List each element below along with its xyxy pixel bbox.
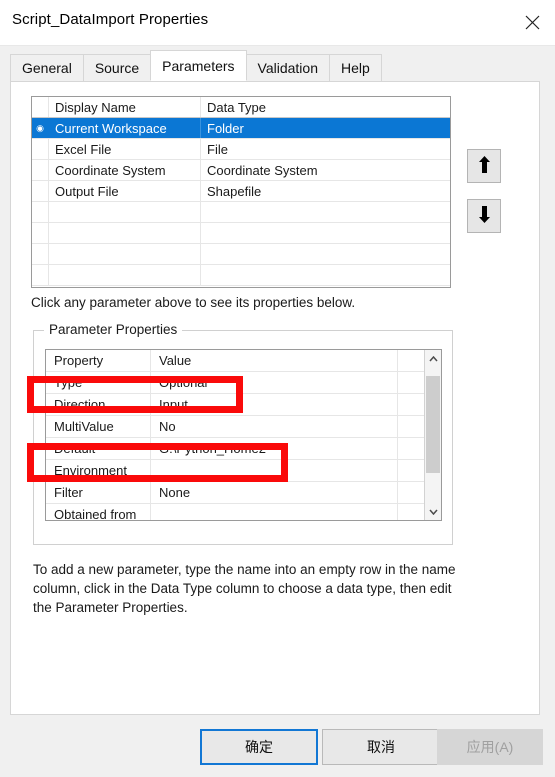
cell-data-type[interactable]: Shapefile (201, 181, 450, 201)
table-row[interactable] (32, 244, 450, 265)
cell-data-type[interactable]: Coordinate System (201, 160, 450, 180)
property-row-filter[interactable]: Filter None (46, 482, 424, 504)
spacer-cell (398, 372, 424, 393)
window-title: Script_DataImport Properties (12, 11, 209, 28)
spacer-cell (398, 504, 424, 520)
row-marker-cell (32, 202, 49, 222)
parameter-grid[interactable]: Display Name Data Type ◉ Current Workspa… (31, 96, 451, 288)
scrollbar-thumb[interactable] (426, 376, 440, 473)
instructions-text: To add a new parameter, type the name in… (33, 562, 456, 615)
chevron-down-icon[interactable] (425, 503, 441, 520)
highlight-type-row (27, 376, 243, 413)
cancel-button[interactable]: 取消 (322, 729, 440, 765)
tab-source-label: Source (94, 60, 140, 76)
tab-general-label: General (22, 60, 72, 76)
row-marker-cell (32, 265, 49, 285)
cell-display-name[interactable]: Output File (49, 181, 201, 201)
column-header-display-name[interactable]: Display Name (49, 97, 201, 117)
tab-strip: General Source Parameters Validation Hel… (10, 50, 382, 81)
tab-parameters[interactable]: Parameters (150, 50, 247, 81)
cell-data-type[interactable]: File (201, 139, 450, 159)
spacer-cell (398, 350, 424, 371)
row-marker-cell (32, 160, 49, 180)
property-value-filter[interactable]: None (151, 482, 398, 503)
property-header-row: Property Value (46, 350, 424, 372)
tab-help[interactable]: Help (328, 54, 382, 81)
table-row[interactable]: Coordinate System Coordinate System (32, 160, 450, 181)
arrow-up-icon (478, 156, 491, 176)
grid-hint-text: Click any parameter above to see its pro… (31, 295, 356, 310)
property-value-obtained-from[interactable] (151, 504, 398, 520)
row-marker-cell (32, 181, 49, 201)
apply-button-label: 应用(A) (466, 739, 514, 755)
table-row[interactable]: ◉ Current Workspace Folder (32, 118, 450, 139)
tab-source[interactable]: Source (82, 54, 152, 81)
cell-data-type[interactable] (201, 265, 450, 285)
cell-data-type[interactable] (201, 244, 450, 264)
column-header-data-type[interactable]: Data Type (201, 97, 450, 117)
table-row[interactable]: Output File Shapefile (32, 181, 450, 202)
properties-scrollbar[interactable] (424, 350, 441, 520)
tab-validation-label: Validation (257, 60, 318, 76)
row-marker-icon: ◉ (32, 118, 49, 138)
cell-display-name[interactable] (49, 223, 201, 243)
property-name-filter: Filter (46, 482, 151, 503)
spacer-cell (398, 438, 424, 459)
cancel-button-label: 取消 (367, 739, 395, 755)
cell-display-name[interactable] (49, 265, 201, 285)
tab-validation[interactable]: Validation (245, 54, 330, 81)
tab-general[interactable]: General (10, 54, 84, 81)
tab-parameters-label: Parameters (162, 57, 235, 74)
property-row-obtained-from[interactable]: Obtained from (46, 504, 424, 520)
cell-display-name[interactable]: Excel File (49, 139, 201, 159)
cell-display-name[interactable] (49, 244, 201, 264)
highlight-default-row (27, 443, 288, 482)
table-row[interactable] (32, 202, 450, 223)
title-bar: Script_DataImport Properties (0, 0, 555, 46)
column-header-property[interactable]: Property (46, 350, 151, 371)
move-parameter-up-button[interactable] (467, 149, 501, 183)
spacer-cell (398, 416, 424, 437)
arrow-down-icon (478, 206, 491, 226)
table-row[interactable]: Excel File File (32, 139, 450, 160)
property-row-multivalue[interactable]: MultiValue No (46, 416, 424, 438)
property-value-multivalue[interactable]: No (151, 416, 398, 437)
table-row[interactable] (32, 223, 450, 244)
parameter-properties-label: Parameter Properties (44, 322, 183, 337)
cell-data-type[interactable] (201, 223, 450, 243)
parameter-properties-group: Parameter Properties Property Value Type… (33, 322, 453, 545)
row-marker-cell (32, 223, 49, 243)
ok-button[interactable]: 确定 (200, 729, 318, 765)
table-row[interactable] (32, 265, 450, 286)
row-marker-cell (32, 139, 49, 159)
spacer-cell (398, 482, 424, 503)
close-icon[interactable] (509, 0, 555, 44)
column-header-value[interactable]: Value (151, 350, 398, 371)
parameter-properties-table[interactable]: Property Value Type Optional Direction I… (45, 349, 442, 521)
parameter-grid-header: Display Name Data Type (32, 97, 450, 118)
cell-display-name[interactable]: Current Workspace (49, 118, 201, 138)
property-name-obtained-from: Obtained from (46, 504, 151, 520)
move-parameter-down-button[interactable] (467, 199, 501, 233)
row-marker-cell (32, 244, 49, 264)
tab-help-label: Help (340, 60, 370, 76)
ok-button-label: 确定 (245, 739, 273, 755)
chevron-up-icon[interactable] (425, 350, 441, 367)
apply-button: 应用(A) (437, 729, 543, 765)
cell-display-name[interactable]: Coordinate System (49, 160, 201, 180)
cell-data-type[interactable] (201, 202, 450, 222)
row-marker-cell (32, 97, 49, 117)
spacer-cell (398, 394, 424, 415)
cell-data-type[interactable]: Folder (201, 118, 450, 138)
spacer-cell (398, 460, 424, 481)
property-name-multivalue: MultiValue (46, 416, 151, 437)
dialog-button-row: 确定 取消 应用(A) (0, 729, 555, 767)
cell-display-name[interactable] (49, 202, 201, 222)
